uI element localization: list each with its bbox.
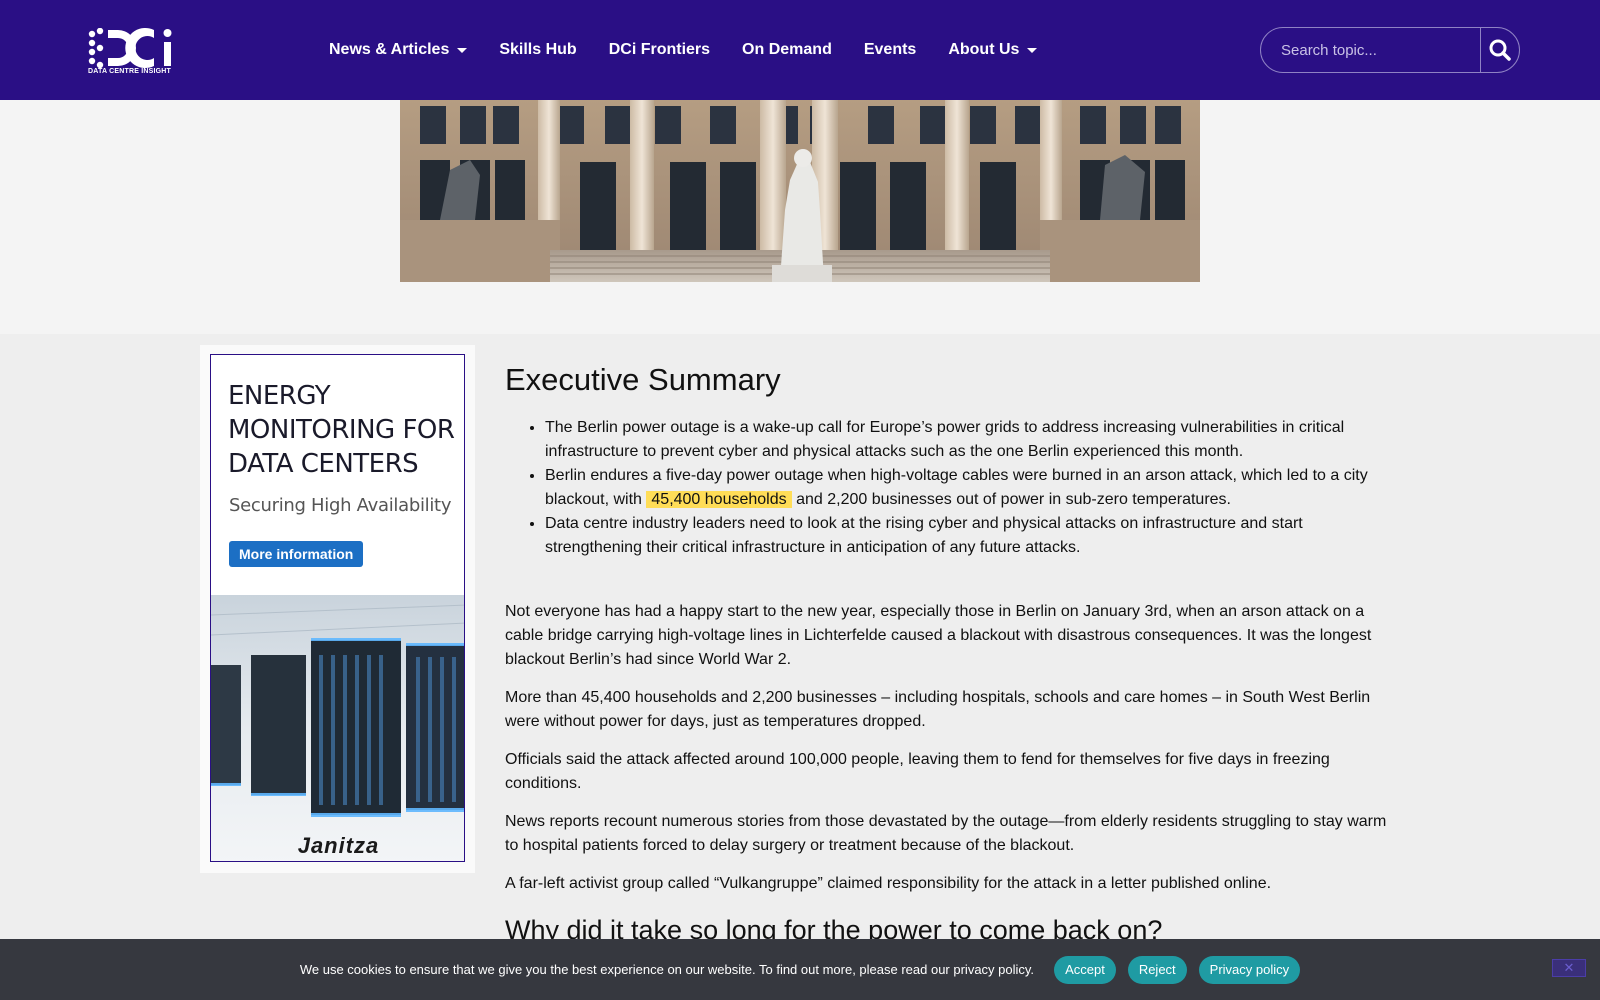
article-paragraph: Officials said the attack affected aroun… <box>505 751 1330 792</box>
nav-dci-frontiers[interactable]: DCi Frontiers <box>609 41 710 59</box>
executive-summary-heading: Executive Summary <box>505 362 781 397</box>
summary-bullet: Data centre industry leaders need to loo… <box>545 512 1390 560</box>
site-header: DATA CENTRE INSIGHT News & Articles Skil… <box>0 0 1600 100</box>
nav-label: About Us <box>948 41 1020 58</box>
close-icon[interactable]: ✕ <box>1552 959 1586 977</box>
article-paragraph: Not everyone has had a happy start to th… <box>505 603 1372 668</box>
nav-label: Events <box>863 41 917 58</box>
summary-list: The Berlin power outage is a wake-up cal… <box>505 416 1390 560</box>
cookie-banner: We use cookies to ensure that we give yo… <box>0 939 1600 1000</box>
ad-subtitle: Securing High Availability <box>229 495 452 516</box>
caret-down-icon <box>457 47 468 53</box>
nav-label: Skills Hub <box>499 41 577 58</box>
article-body: Executive Summary The Berlin power outag… <box>505 360 1390 948</box>
article-paragraph: News reports recount numerous stories fr… <box>505 813 1387 854</box>
nav-about-us[interactable]: About Us <box>948 41 1038 59</box>
search-button[interactable] <box>1480 28 1519 72</box>
summary-bullet: The Berlin power outage is a wake-up cal… <box>545 416 1390 464</box>
nav-label: DCi Frontiers <box>608 41 711 58</box>
nav-news-articles[interactable]: News & Articles <box>329 41 468 59</box>
search-input[interactable] <box>1261 28 1480 72</box>
janitza-ad[interactable]: ENERGY MONITORING FOR DATA CENTERS Secur… <box>210 354 465 862</box>
nav-events[interactable]: Events <box>864 41 916 59</box>
search-box <box>1260 27 1520 73</box>
nav-on-demand[interactable]: On Demand <box>742 41 832 59</box>
cookie-privacy-button[interactable]: Privacy policy <box>1198 955 1301 984</box>
cookie-reject-button[interactable]: Reject <box>1127 955 1187 984</box>
logo-subtitle: DATA CENTRE INSIGHT <box>88 68 172 75</box>
search-icon <box>1489 39 1511 61</box>
article-paragraph: A far-left activist group called “Vulkan… <box>505 875 1272 892</box>
ad-title: ENERGY MONITORING FOR DATA CENTERS <box>228 381 455 479</box>
dci-logo[interactable]: DATA CENTRE INSIGHT <box>88 27 180 78</box>
nav-skills-hub[interactable]: Skills Hub <box>499 41 576 59</box>
highlighted-text: 45,400 households <box>646 491 792 508</box>
article-paragraph: More than 45,400 households and 2,200 bu… <box>505 689 1371 730</box>
hero-image <box>400 100 1200 282</box>
sidebar-ad-container: ENERGY MONITORING FOR DATA CENTERS Secur… <box>200 345 475 873</box>
server-room-image <box>211 595 464 861</box>
cookie-message: We use cookies to ensure that we give yo… <box>299 962 1035 977</box>
cookie-accept-button[interactable]: Accept <box>1054 955 1116 984</box>
caret-down-icon <box>1027 47 1038 53</box>
summary-bullet: Berlin endures a five-day power outage w… <box>545 464 1390 512</box>
main-nav: News & Articles Skills Hub DCi Frontiers… <box>329 0 1038 100</box>
nav-label: On Demand <box>742 41 832 58</box>
dci-logo-mark <box>88 27 172 69</box>
nav-label: News & Articles <box>329 41 450 58</box>
bullet-text: and 2,200 businesses out of power in sub… <box>796 491 1231 508</box>
ad-brand-logo: Janitza <box>297 833 380 858</box>
ad-more-info-button[interactable]: More information <box>229 541 364 567</box>
